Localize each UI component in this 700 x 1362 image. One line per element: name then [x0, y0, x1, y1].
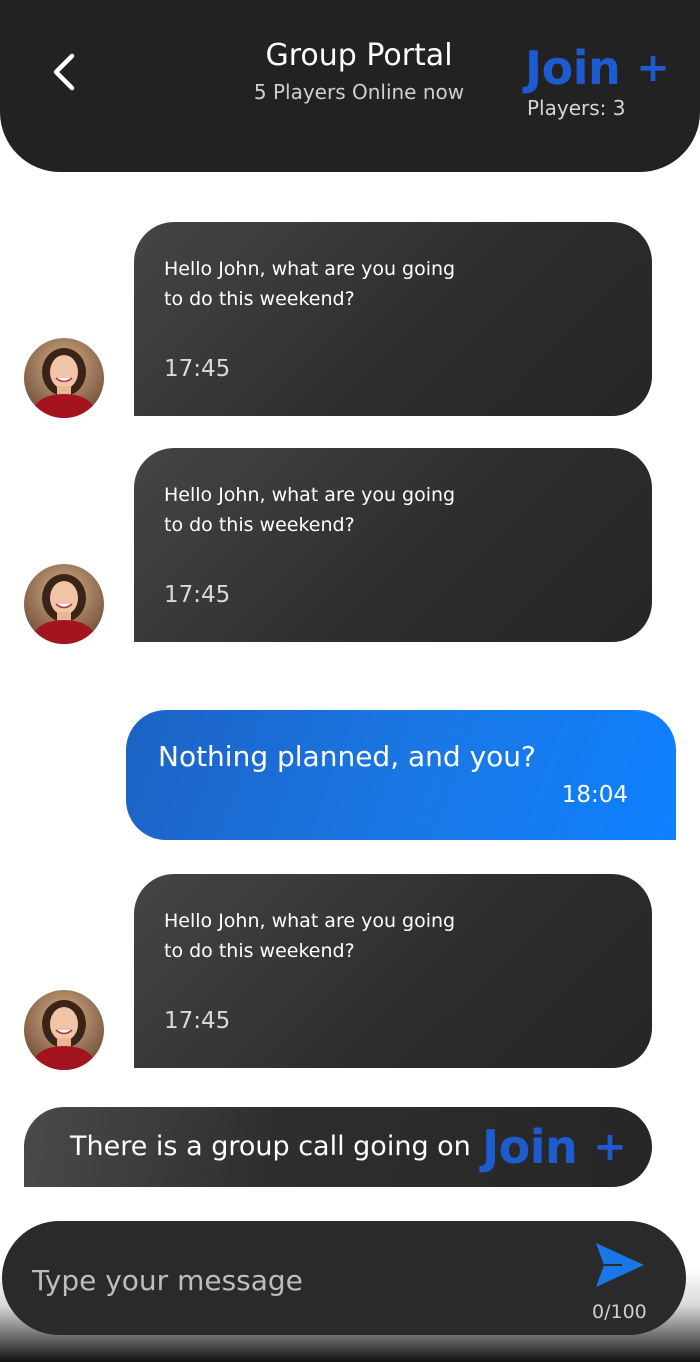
chat-screen: Group Portal 5 Players Online now Join +…: [0, 0, 700, 1362]
message-bubble-incoming[interactable]: Hello John, what are you going to do thi…: [134, 222, 652, 416]
avatar-icon: [24, 564, 104, 644]
message-time: 17:45: [164, 1008, 231, 1034]
chevron-left-icon: [53, 53, 75, 91]
online-count: 5 Players Online now: [253, 80, 465, 104]
message-bubble-incoming[interactable]: Hello John, what are you going to do thi…: [134, 874, 652, 1068]
message-text: Hello John, what are you going to do thi…: [164, 258, 456, 310]
join-label: Join: [482, 1120, 578, 1174]
send-icon: [596, 1243, 644, 1287]
avatar-icon: [24, 990, 104, 1070]
message-text: Nothing planned, and you?: [158, 740, 536, 773]
join-button[interactable]: Join +: [525, 38, 670, 98]
char-counter: 0/100: [592, 1301, 647, 1323]
page-title: Group Portal: [265, 38, 453, 73]
message-time: 17:45: [164, 356, 231, 382]
message-composer: 0/100: [2, 1221, 686, 1335]
avatar[interactable]: [24, 564, 104, 644]
message-bubble-incoming[interactable]: Hello John, what are you going to do thi…: [134, 448, 652, 642]
message-bubble-outgoing[interactable]: Nothing planned, and you? 18:04: [126, 710, 676, 840]
header: Group Portal 5 Players Online now Join +…: [0, 0, 700, 172]
message-input[interactable]: [32, 1255, 552, 1305]
join-label: Join: [525, 41, 621, 95]
avatar[interactable]: [24, 338, 104, 418]
players-count: Players: 3: [527, 96, 626, 120]
plus-icon: +: [593, 1124, 627, 1170]
group-call-banner: There is a group call going on Join +: [24, 1107, 652, 1187]
avatar[interactable]: [24, 990, 104, 1070]
avatar-icon: [24, 338, 104, 418]
message-time: 17:45: [164, 582, 231, 608]
back-button[interactable]: [44, 48, 84, 96]
message-time: 18:04: [561, 782, 628, 808]
join-call-button[interactable]: Join +: [482, 1117, 627, 1177]
plus-icon: +: [636, 45, 670, 91]
group-call-text: There is a group call going on: [70, 1131, 471, 1162]
message-text: Hello John, what are you going to do thi…: [164, 910, 456, 962]
send-button[interactable]: [592, 1239, 648, 1291]
message-text: Hello John, what are you going to do thi…: [164, 484, 456, 536]
